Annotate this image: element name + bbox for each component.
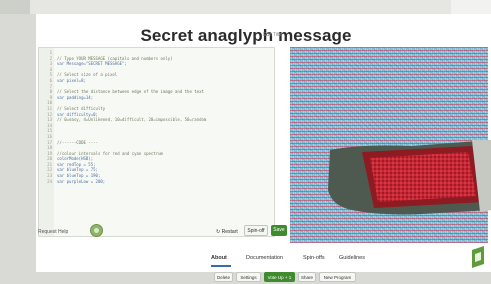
browser-top-strip — [0, 0, 491, 14]
code-line[interactable]: var purpleLow = 200; — [57, 179, 206, 185]
delete-button[interactable]: Delete — [214, 272, 233, 282]
request-help-link[interactable]: Request Help — [38, 227, 68, 237]
avatar-face — [94, 228, 99, 233]
new-program-button[interactable]: New Program — [319, 272, 356, 282]
code-line[interactable]: // Select the distance between edge of t… — [57, 89, 206, 95]
khan-academy-logo-icon — [472, 246, 484, 268]
page-title: Secret anaglyph message — [140, 26, 352, 45]
top-right-highlight — [451, 0, 491, 14]
avatar[interactable] — [90, 224, 103, 237]
tab-documentation[interactable]: Documentation — [246, 255, 283, 261]
spinoff-button[interactable]: Spin-off — [244, 225, 268, 236]
tab-spin-offs[interactable]: Spin-offs — [303, 255, 325, 261]
restart-icon: ↻ — [216, 229, 221, 235]
restart-label: Restart — [221, 229, 238, 235]
vote-up-button[interactable]: Vote Up + 1 — [264, 272, 295, 282]
tab-guidelines[interactable]: Guidelines — [339, 255, 365, 261]
code-editor[interactable]: 1 2 3 4 5 6 7 8 9 10 11 12 13 14 15 16 17 18 19 20 21 22 23 24 … — [38, 47, 275, 237]
share-button[interactable]: Share — [298, 272, 316, 282]
tab-about[interactable]: About — [211, 255, 227, 261]
title-row: Secret anaglyph message Edit Title — [36, 26, 456, 48]
line-number: 24 — [47, 178, 52, 184]
top-left-shadow — [0, 0, 30, 14]
code-text[interactable]: // Type YOUR MESSAGE (capitals and numbe… — [57, 50, 206, 184]
active-tab-indicator — [211, 265, 231, 267]
anaglyph-glasses-photo — [328, 140, 491, 215]
save-button[interactable]: Save — [271, 225, 287, 236]
settings-button[interactable]: Settings — [236, 272, 261, 282]
restart-button[interactable]: ↻ Restart — [216, 227, 238, 237]
code-line[interactable]: // 0=easy, 4=Unlikened, 10=difficult, 20… — [57, 117, 206, 123]
line-number-gutter: 1 2 3 4 5 6 7 8 9 10 11 12 13 14 15 16 17 18 19 20 21 22 23 24 — [39, 48, 54, 236]
edit-title-link[interactable]: Edit Title — [263, 32, 282, 38]
